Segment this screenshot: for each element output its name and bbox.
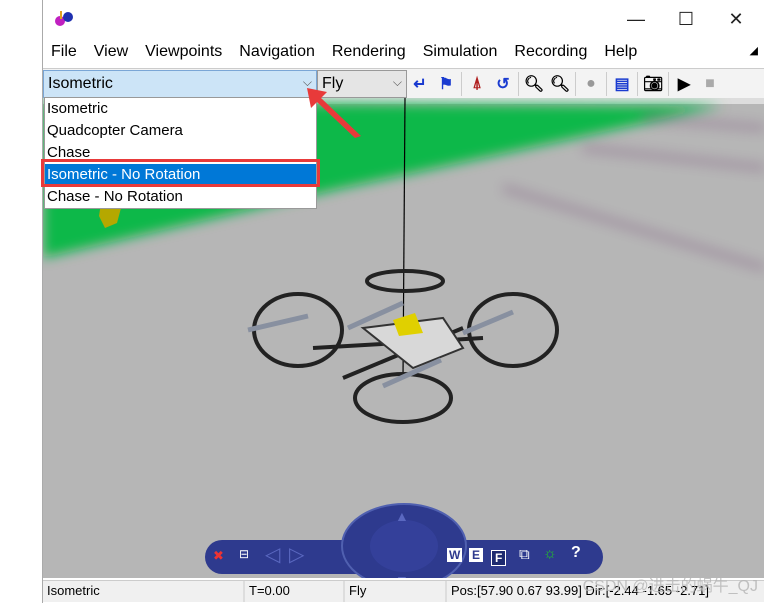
close-button[interactable]: ✕ (713, 6, 759, 32)
help-button[interactable]: ? (571, 544, 581, 562)
menu-help[interactable]: Help (604, 43, 637, 61)
menu-bar: File View Viewpoints Navigation Renderin… (43, 36, 764, 68)
annotation-highlight-box (41, 159, 320, 187)
status-time: T=0.00 (245, 581, 345, 602)
menu-recording[interactable]: Recording (514, 43, 587, 61)
minimize-button[interactable]: — (613, 6, 659, 32)
divider (461, 71, 462, 96)
toolbar-toggle-icon[interactable]: ◢ (750, 44, 758, 57)
record-icon[interactable]: ● (578, 71, 604, 97)
move-up-icon[interactable]: ▲ (395, 508, 409, 524)
viewpoint-select[interactable]: Isometric ⌵ (43, 69, 317, 98)
option-chase-no-rotation[interactable]: Chase - No Rotation (45, 186, 316, 208)
menu-viewpoints[interactable]: Viewpoints (145, 43, 222, 61)
toolbar: Isometric ⌵ Fly ⌵ ↵ ⚑ ⍋ ↺ 🔍︎ 🔍︎ ● ▤ 📷︎ ▶ ■ (43, 68, 764, 98)
zoom-in-icon[interactable]: 🔍︎ (521, 71, 547, 97)
fly-mode-button[interactable]: F (491, 550, 507, 566)
camera-icon[interactable]: 📷︎ (640, 71, 666, 97)
go-back-icon[interactable]: ↵ (407, 71, 433, 97)
divider (606, 71, 607, 96)
slide-left-icon[interactable]: ◁ (265, 542, 280, 567)
minimize-panel-icon[interactable]: ⊟ (239, 547, 249, 561)
divider (637, 71, 638, 96)
menu-file[interactable]: File (51, 43, 77, 61)
annotation-arrow (307, 88, 361, 138)
quadcopter-model (247, 269, 559, 424)
divider (575, 71, 576, 96)
slide-right-icon[interactable]: ▷ (289, 542, 304, 567)
move-down-icon[interactable]: ▼ (395, 572, 409, 578)
option-quadcopter-camera[interactable]: Quadcopter Camera (45, 120, 316, 142)
headlight-icon[interactable]: ☼ (543, 545, 557, 562)
divider (518, 71, 519, 96)
walk-mode-button[interactable]: W (447, 548, 463, 562)
menu-simulation[interactable]: Simulation (423, 43, 498, 61)
simulink-3d-viewer-window: — ☐ ✕ File View Viewpoints Navigation Re… (41, 0, 764, 603)
close-panel-icon[interactable]: ✖ (213, 548, 224, 564)
clipboard-icon[interactable]: ▤ (609, 71, 635, 97)
zoom-out-icon[interactable]: 🔍︎ (547, 71, 573, 97)
status-mode: Fly (345, 581, 447, 602)
divider (668, 71, 669, 96)
maximize-button[interactable]: ☐ (663, 6, 709, 32)
viewpoint-dropdown-list: Isometric Quadcopter Camera Chase Isomet… (44, 97, 317, 209)
play-icon[interactable]: ▶ (671, 71, 697, 97)
stop-icon[interactable]: ■ (697, 71, 723, 97)
chevron-down-icon: ⌵ (392, 74, 402, 89)
flag-icon[interactable]: ⚑ (433, 71, 459, 97)
viewpoint-panel-icon[interactable]: ⧉ (519, 546, 530, 563)
status-viewpoint: Isometric (43, 581, 245, 602)
straighten-icon[interactable]: ⍋ (464, 71, 490, 97)
menu-view[interactable]: View (94, 43, 128, 61)
app-logo-icon (55, 11, 73, 26)
undo-move-icon[interactable]: ↺ (490, 71, 516, 97)
viewpoint-select-value: Isometric (48, 74, 113, 92)
option-isometric[interactable]: Isometric (45, 98, 316, 120)
title-bar: — ☐ ✕ (43, 0, 764, 36)
watermark: CSDN @进击的蜗牛_QJ (582, 578, 758, 595)
menu-rendering[interactable]: Rendering (332, 43, 406, 61)
menu-navigation[interactable]: Navigation (239, 43, 315, 61)
examine-mode-button[interactable]: E (469, 548, 484, 562)
